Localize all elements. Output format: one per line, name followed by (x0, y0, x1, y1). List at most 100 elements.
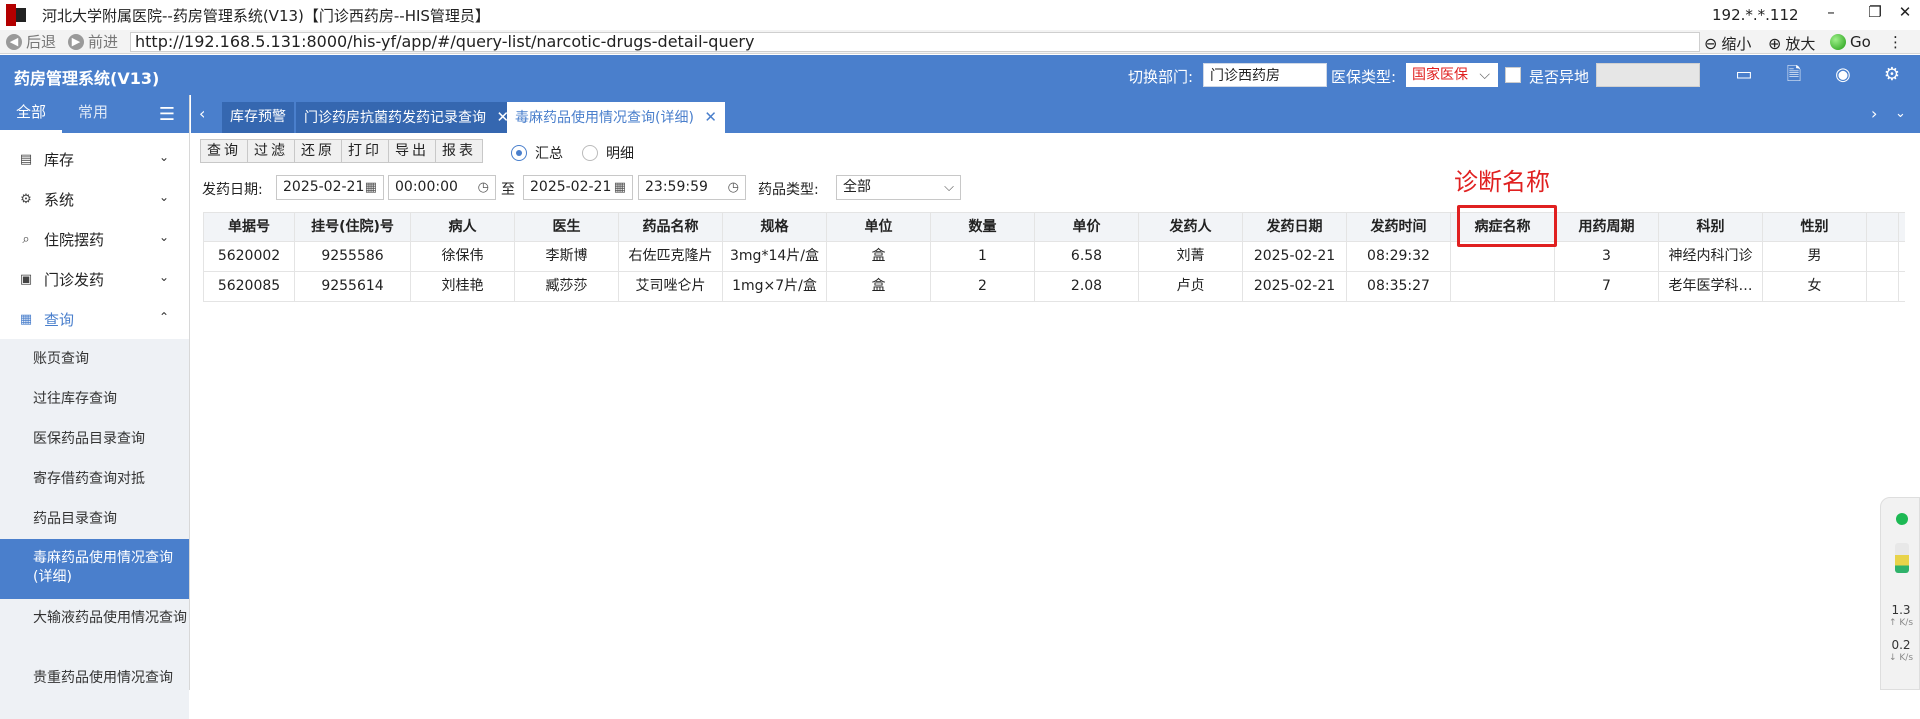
tabs-scroll-left-icon[interactable]: ‹ (199, 104, 205, 123)
sidebar-item-past-stock[interactable]: 过往库存查询 (0, 379, 189, 419)
sidebar-item-infusion[interactable]: 大输液药品使用情况查询 (0, 599, 189, 659)
more-menu-button[interactable]: ⋮ (1888, 33, 1903, 51)
tab-label: 毒麻药品使用情况查询(详细) (515, 110, 694, 126)
zoom-out-button[interactable]: ⊖ 缩小 (1704, 33, 1751, 54)
url-field[interactable]: http://192.168.5.131:8000/his-yf/app/#/q… (130, 32, 1700, 52)
column-header[interactable]: 发药人 (1139, 213, 1243, 243)
network-speed-widget[interactable]: 1.3 ↑ K/s 0.2 ↓ K/s (1880, 497, 1920, 690)
sidebar-group-inventory[interactable]: ▤ 库存 ⌄ (0, 139, 189, 179)
tab-label: 库存预警 (230, 109, 286, 125)
start-time-input[interactable]: 00:00:00 ◷ (388, 175, 496, 200)
column-header[interactable]: 单位 (827, 213, 931, 243)
table-row[interactable]: 5620002 9255586 徐保伟 李斯博 右佐匹克隆片 3mg*14片/盒盒 1 6.5… (203, 242, 1905, 272)
export-button[interactable]: 导出 (388, 139, 436, 163)
sidebar-group-label: 查询 (44, 310, 75, 329)
column-header[interactable]: 用药周期 (1555, 213, 1659, 243)
reset-button[interactable]: 还原 (294, 139, 342, 163)
table-cell: 08:35:27 (1347, 272, 1451, 302)
table-cell: 刘菁 (1139, 242, 1243, 272)
chevron-down-icon: ⌄ (158, 230, 169, 244)
remote-checkbox[interactable] (1505, 67, 1521, 83)
sidebar-group-outpatient[interactable]: ▣ 门诊发药 ⌄ (0, 259, 189, 299)
tab-narcotic-detail[interactable]: 毒麻药品使用情况查询(详细) ✕ (507, 102, 725, 133)
table-cell: 2 (931, 272, 1035, 302)
battery-gauge-icon (1895, 543, 1909, 573)
sidebar-group-system[interactable]: ⚙ 系统 ⌄ (0, 179, 189, 219)
column-header[interactable]: 药品名称 (619, 213, 723, 243)
clock-icon: ◷ (477, 180, 489, 195)
table-row[interactable]: 5620085 9255614 刘桂艳 臧莎莎 艾司唑仑片 1mg×7片/盒盒 2 2.08 卢… (203, 272, 1905, 302)
go-button[interactable]: Go (1830, 33, 1871, 51)
eye-icon[interactable]: ◉ (1832, 65, 1854, 85)
sidebar-tab-all[interactable]: 全部 (0, 95, 63, 133)
start-date-input[interactable]: 2025-02-21 ▦ (276, 175, 384, 200)
table-cell (1867, 272, 1899, 302)
toolbar: 查询 过滤 还原 打印 导出 报表 (200, 139, 483, 163)
minimize-button[interactable]: – (1818, 3, 1844, 21)
sidebar-tab-common[interactable]: 常用 (62, 95, 124, 133)
gear-icon[interactable]: ⚙ (1881, 65, 1903, 85)
column-header[interactable] (1867, 213, 1899, 243)
print-button[interactable]: 打印 (341, 139, 389, 163)
column-header[interactable]: 医生 (515, 213, 619, 243)
end-time-input[interactable]: 23:59:59 ◷ (638, 175, 746, 200)
remote-input[interactable] (1596, 63, 1700, 87)
close-icon[interactable]: ✕ (704, 108, 717, 126)
column-header[interactable]: 单据号 (203, 213, 295, 243)
column-header[interactable]: 发药日期 (1243, 213, 1347, 243)
summary-radio[interactable]: 汇总 (511, 143, 563, 163)
document-icon[interactable]: 🗎 (1783, 65, 1805, 85)
sidebar-tabs: 全部 常用 ☰ (0, 95, 189, 133)
drug-type-select[interactable]: 全部 ⌵ (836, 175, 961, 200)
query-button[interactable]: 查询 (200, 139, 248, 163)
table-header-row: 单据号 挂号(住院)号 病人 医生 药品名称 规格 单位 数量 单价 发药人 发药日期 发药时间 病症名… (203, 212, 1905, 243)
zoom-out-icon: ⊖ (1704, 34, 1718, 53)
dept-input[interactable]: 门诊西药房 (1203, 63, 1327, 87)
table-cell: 右佐匹克隆片 (619, 242, 723, 272)
calendar-icon: ▦ (613, 180, 626, 195)
menu-toggle-icon[interactable]: ☰ (159, 104, 175, 125)
column-header[interactable]: 数量 (931, 213, 1035, 243)
status-dot-icon (1896, 513, 1908, 525)
back-arrow-icon: ◀ (6, 33, 22, 50)
table-cell: 老年医学科… (1659, 272, 1763, 302)
column-header[interactable]: 规格 (723, 213, 827, 243)
tab-stock-warning[interactable]: 库存预警 (222, 102, 294, 133)
sidebar-group-inpatient[interactable]: ⌕ 住院摆药 ⌄ (0, 219, 189, 259)
summary-label: 汇总 (535, 146, 563, 162)
end-date-input[interactable]: 2025-02-21 ▦ (523, 175, 633, 200)
column-header[interactable]: 发药时间 (1347, 213, 1451, 243)
back-button[interactable]: ◀ 后退 (6, 31, 56, 52)
chevron-down-icon: ⌄ (158, 190, 169, 204)
column-header[interactable]: 病人 (411, 213, 515, 243)
message-icon[interactable]: ▭ (1733, 65, 1755, 85)
sidebar-item-consignment[interactable]: 寄存借药查询对抵 (0, 459, 189, 499)
sidebar-item-narcotic-detail[interactable]: 毒麻药品使用情况查询(详细) (0, 539, 189, 599)
column-header[interactable]: 科别 (1659, 213, 1763, 243)
start-date-value: 2025-02-21 (283, 179, 365, 195)
sidebar-item-drug-catalog[interactable]: 药品目录查询 (0, 499, 189, 539)
insurance-select[interactable]: 国家医保 ⌵ (1406, 63, 1498, 87)
close-button[interactable]: ✕ (1892, 3, 1918, 21)
column-header[interactable]: 性别 (1763, 213, 1867, 243)
sidebar-item-insurance-catalog[interactable]: 医保药品目录查询 (0, 419, 189, 459)
tabs-dropdown-icon[interactable]: ⌄ (1895, 106, 1906, 121)
clock-icon: ◷ (727, 180, 739, 195)
sidebar-item-valuable[interactable]: 贵重药品使用情况查询 (0, 659, 189, 719)
restore-button[interactable]: ❐ (1862, 3, 1888, 21)
zoom-in-label: 放大 (1785, 35, 1816, 53)
forward-button[interactable]: ▶ 前进 (68, 31, 118, 52)
filter-button[interactable]: 过滤 (247, 139, 295, 163)
column-header[interactable]: 挂号(住院)号 (295, 213, 411, 243)
zoom-in-button[interactable]: ⊕ 放大 (1768, 33, 1815, 54)
insurance-value: 国家医保 (1412, 67, 1468, 83)
table-cell: 神经内科门诊 (1659, 242, 1763, 272)
detail-radio[interactable]: 明细 (582, 143, 634, 163)
sidebar-item-ledger[interactable]: 账页查询 (0, 339, 189, 379)
column-header[interactable]: 单价 (1035, 213, 1139, 243)
table-cell: 2025-02-21 (1243, 272, 1347, 302)
report-button[interactable]: 报表 (435, 139, 483, 163)
tab-antibiotic-record[interactable]: 门诊药房抗菌药发药记录查询 ✕ (296, 102, 518, 133)
tabs-scroll-right-icon[interactable]: › (1871, 104, 1877, 123)
sidebar-group-query[interactable]: ▦ 查询 ⌃ (0, 299, 189, 339)
